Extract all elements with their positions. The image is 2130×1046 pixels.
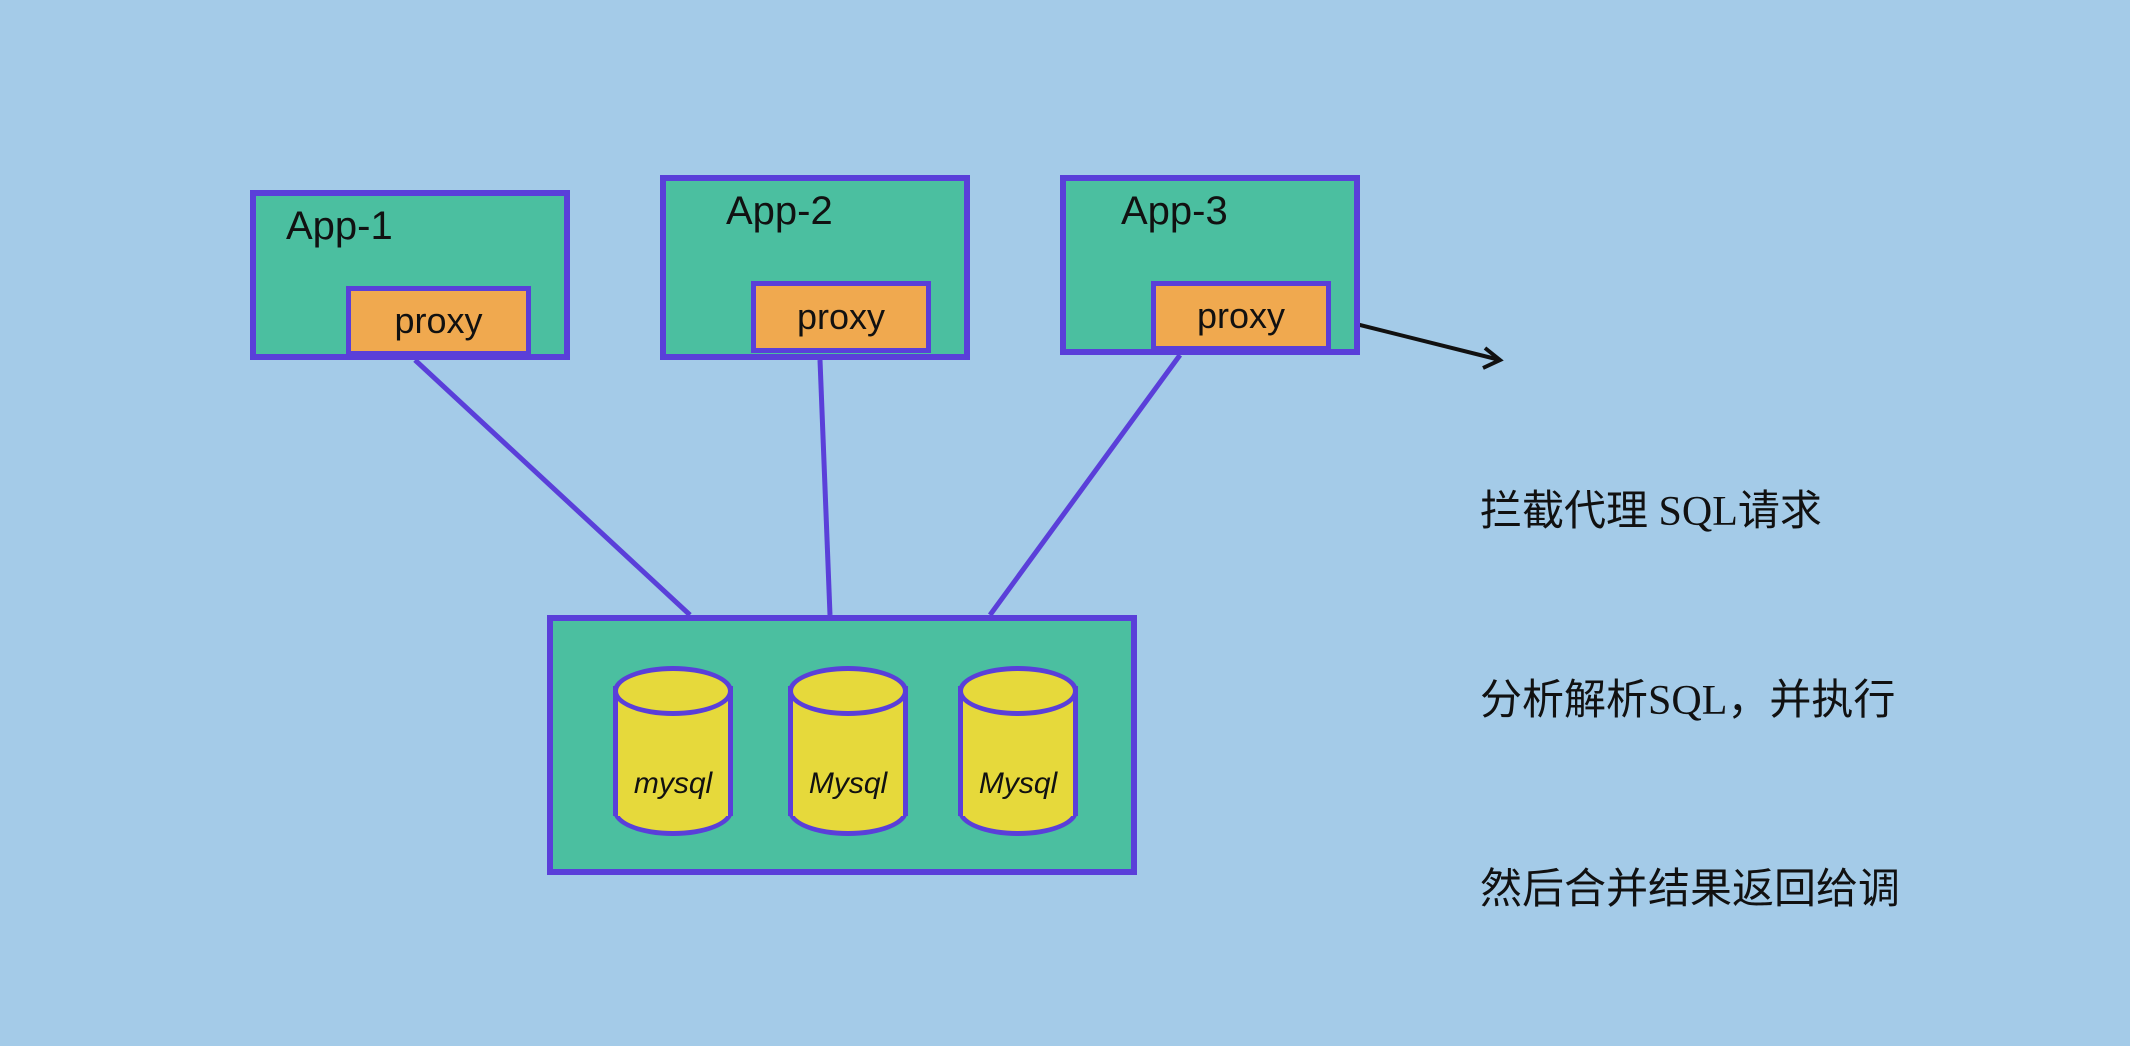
app-box-3: App-3 proxy [1060, 175, 1360, 355]
db-label-2: Mysql [788, 767, 908, 801]
app-box-1: App-1 proxy [250, 190, 570, 360]
app-label-2: App-2 [726, 189, 833, 234]
annotation-line-1: 拦截代理 SQL请求 [1480, 481, 1900, 544]
annotation-line-2: 分析解析SQL，并执行 [1480, 670, 1900, 733]
db-label-1: mysql [613, 767, 733, 801]
db-cylinder-3: Mysql [958, 666, 1078, 836]
annotation-text: 拦截代理 SQL请求 分析解析SQL，并执行 然后合并结果返回给调 用者 [1480, 355, 1900, 1046]
proxy-box-3: proxy [1151, 281, 1331, 351]
app-box-2: App-2 proxy [660, 175, 970, 360]
app-label-3: App-3 [1121, 189, 1228, 234]
proxy-box-2: proxy [751, 281, 931, 353]
db-label-3: Mysql [958, 767, 1078, 801]
annotation-line-3: 然后合并结果返回给调 [1480, 859, 1900, 922]
db-cluster-box: mysql Mysql Mysql [547, 615, 1137, 875]
app-label-1: App-1 [286, 204, 393, 249]
db-cylinder-2: Mysql [788, 666, 908, 836]
proxy-box-1: proxy [346, 286, 531, 356]
db-cylinder-1: mysql [613, 666, 733, 836]
diagram-canvas: App-1 proxy App-2 proxy App-3 proxy mysq… [0, 0, 2130, 1046]
